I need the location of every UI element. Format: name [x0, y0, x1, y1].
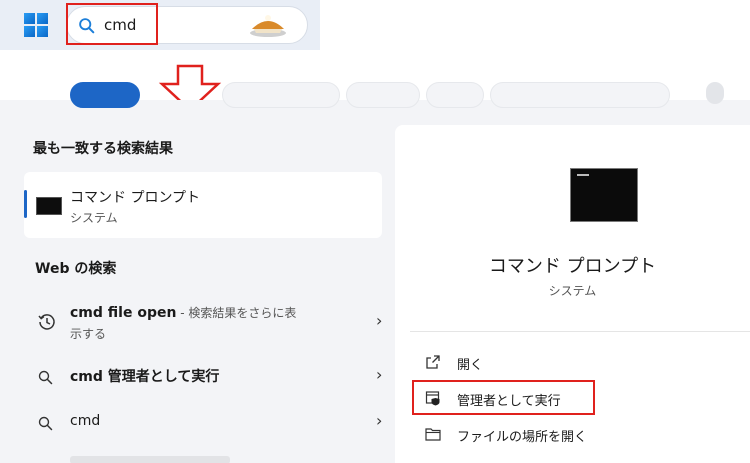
detail-app-type: システム — [548, 284, 597, 298]
command-prompt-large-icon — [570, 168, 638, 222]
windows-start-icon[interactable] — [24, 13, 48, 37]
web-result-query: cmd 管理者として実行 — [70, 369, 220, 385]
filter-tab[interactable] — [426, 82, 484, 108]
detail-app-name: コマンド プロンプト — [488, 256, 657, 277]
web-result-query: cmd — [70, 413, 101, 429]
open-external-icon — [426, 355, 440, 369]
filter-tab[interactable] — [222, 82, 340, 108]
search-highlight-box — [66, 3, 158, 45]
command-prompt-icon — [36, 197, 62, 215]
action-label: 開く — [457, 358, 484, 373]
web-result-text: cmd 管理者として実行 — [70, 366, 219, 386]
action-label: ファイルの場所を開く — [457, 430, 588, 445]
web-search-heading: Web の検索 — [35, 261, 117, 277]
run-as-admin-highlight-box — [412, 380, 595, 415]
taskbar: cmd — [0, 0, 320, 50]
folder-icon — [425, 428, 441, 441]
web-result-query: cmd file open — [70, 305, 177, 321]
best-match-name: コマンド プロンプト — [70, 190, 201, 206]
search-results-panel: 最も一致する検索結果 コマンド プロンプト システム Web の検索 cmd f… — [0, 82, 750, 463]
divider — [410, 331, 750, 332]
web-result-item[interactable]: cmd file open - 検索結果をさらに表 示する › — [24, 294, 382, 350]
web-result-item[interactable]: cmd 管理者として実行 › — [24, 362, 382, 392]
chevron-right-icon: › — [376, 411, 383, 430]
selection-indicator — [24, 190, 27, 218]
filter-tab-all[interactable] — [70, 82, 140, 108]
chevron-right-icon: › — [376, 311, 383, 330]
detail-pane: コマンド プロンプト システム 開く 管理者として実行 ファイルの場所を開く — [395, 125, 750, 463]
web-result-suffix-cont: 示する — [70, 327, 107, 341]
web-result-item-partial[interactable] — [70, 456, 230, 463]
web-result-text: cmd — [70, 413, 100, 429]
web-result-suffix: - 検索結果をさらに表 — [176, 306, 297, 320]
search-icon — [38, 416, 53, 431]
screenshot-root: cmd 最も一致する検索結果 コマンド プロンプト システム Web の検索 c… — [0, 0, 750, 463]
search-highlight-pie-icon[interactable] — [248, 11, 288, 39]
history-icon — [38, 314, 55, 330]
web-result-text: cmd file open - 検索結果をさらに表 示する — [70, 303, 360, 345]
filter-tab[interactable] — [346, 82, 420, 108]
best-match-card[interactable]: コマンド プロンプト システム — [24, 172, 382, 238]
more-options-button[interactable] — [706, 82, 724, 104]
best-match-type: システム — [70, 211, 118, 225]
chevron-right-icon: › — [376, 365, 383, 384]
best-match-heading: 最も一致する検索結果 — [33, 141, 173, 157]
web-result-item[interactable]: cmd › — [24, 408, 382, 438]
search-icon — [38, 370, 53, 385]
filter-tab[interactable] — [490, 82, 670, 108]
